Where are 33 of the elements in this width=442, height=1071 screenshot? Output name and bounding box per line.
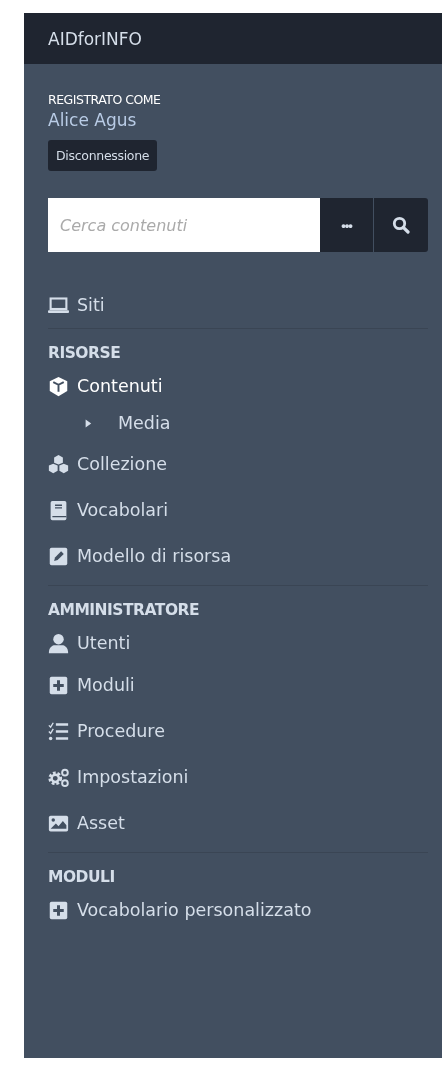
nav-link[interactable]: Asset (48, 800, 125, 846)
nav-link[interactable]: Collezione (48, 441, 168, 487)
laptop-icon (48, 294, 69, 316)
plus-square-icon (48, 899, 69, 921)
nav-link[interactable]: Utenti (48, 624, 131, 662)
nav-link[interactable]: Contenuti (48, 367, 163, 405)
user-label: REGISTRATO COME (48, 92, 162, 107)
search-field[interactable]: Cerca contenuti (48, 198, 320, 252)
user-icon (48, 632, 69, 654)
section-heading: MODULI (48, 867, 116, 888)
user-name: Alice Agus (48, 110, 138, 130)
site-title: AIDforINFO (48, 28, 142, 49)
nav-sublink[interactable]: Media (48, 405, 171, 441)
section-heading: RISORSE (48, 343, 122, 364)
nav-link[interactable]: Modello di risorsa (48, 533, 232, 579)
cubes-icon (48, 453, 69, 475)
cube-icon (48, 375, 69, 397)
nav-link[interactable]: Siti (48, 292, 105, 318)
nav-link[interactable]: Moduli (48, 662, 135, 708)
logout-button[interactable]: Disconnessione (48, 140, 158, 171)
nav-link[interactable]: Impostazioni (48, 754, 189, 800)
nav-link[interactable]: Vocabolari (48, 487, 169, 533)
search-icon (392, 216, 410, 234)
book-icon (48, 499, 69, 521)
checklist-icon (48, 720, 69, 742)
gears-icon (48, 766, 69, 788)
plus-square-icon (48, 674, 69, 696)
search-button[interactable] (374, 198, 428, 252)
section-heading: AMMINISTRATORE (48, 600, 201, 621)
nav-link[interactable]: Procedure (48, 708, 165, 754)
edit-icon (48, 545, 69, 567)
options-button[interactable]: ••• (320, 198, 374, 252)
nav-link[interactable]: Vocabolario personalizzato (48, 891, 312, 929)
